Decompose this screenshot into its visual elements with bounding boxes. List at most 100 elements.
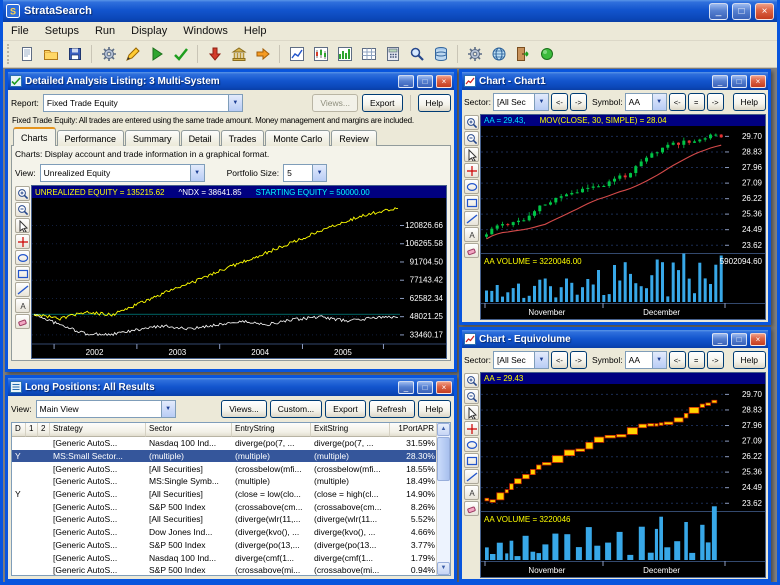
chevron-down-icon[interactable]: ▼ [312, 165, 326, 181]
chevron-down-icon[interactable]: ▼ [652, 94, 666, 110]
scrollbar-track[interactable] [437, 482, 450, 562]
chevron-down-icon[interactable]: ▼ [534, 94, 548, 110]
sector-combobox[interactable]: [All Sec ▼ [493, 93, 549, 111]
close-button[interactable]: × [436, 75, 452, 88]
tab-detail[interactable]: Detail [181, 130, 220, 146]
column-header-exitstring[interactable]: ExitString [311, 423, 390, 437]
help-button[interactable]: Help [418, 94, 451, 112]
setups-gear-icon[interactable] [97, 43, 120, 66]
portfolio-size-combobox[interactable]: 5 ▼ [283, 164, 327, 182]
sector-prev-next-button-1[interactable]: -> [570, 93, 587, 111]
text-tool-icon[interactable]: A [464, 485, 479, 500]
minimize-button[interactable]: _ [398, 381, 414, 394]
options-gear-icon[interactable] [463, 43, 486, 66]
table-row[interactable]: [Generic AutoS...S&P 500 Index(crossabov… [12, 500, 436, 513]
erase-tool-icon[interactable] [15, 314, 30, 329]
symbol-nav-button-1[interactable]: = [688, 351, 705, 369]
text-tool-icon[interactable]: A [464, 227, 479, 242]
sector-prev-next-button-0[interactable]: <- [551, 351, 568, 369]
close-button[interactable]: × [436, 381, 452, 394]
zoom-in-icon[interactable] [464, 115, 479, 130]
symbol-combobox[interactable]: AA ▼ [625, 351, 667, 369]
table-row[interactable]: [Generic AutoS...S&P 500 Index(crossabov… [12, 564, 436, 575]
column-header-1[interactable]: 1 [26, 423, 38, 437]
maximize-button[interactable]: □ [417, 381, 433, 394]
run-play-icon[interactable] [145, 43, 168, 66]
symbol-combobox[interactable]: AA ▼ [625, 93, 667, 111]
table-row[interactable]: [Generic AutoS...[All Securities](crossb… [12, 462, 436, 475]
close-button[interactable]: × [755, 3, 774, 20]
table-row[interactable]: [Generic AutoS...MS:Single Symb...(multi… [12, 475, 436, 488]
scrollbar-thumb[interactable] [437, 437, 450, 481]
trendline-tool-icon[interactable] [464, 469, 479, 484]
status-ball-icon[interactable] [535, 43, 558, 66]
line-chart-icon[interactable] [285, 43, 308, 66]
database-icon[interactable] [429, 43, 452, 66]
column-header-sector[interactable]: Sector [146, 423, 232, 437]
pointer-icon[interactable] [464, 405, 479, 420]
views-button[interactable]: Views... [312, 94, 358, 112]
chevron-down-icon[interactable]: ▼ [652, 352, 666, 368]
rectangle-tool-icon[interactable] [464, 453, 479, 468]
crosshair-icon[interactable] [464, 421, 479, 436]
zoom-out-icon[interactable] [464, 131, 479, 146]
menu-item-run[interactable]: Run [87, 23, 123, 39]
new-document-icon[interactable] [15, 43, 38, 66]
table-row[interactable]: [Generic AutoS...S&P 500 Index(diverge(p… [12, 539, 436, 552]
candle-chart-icon[interactable] [309, 43, 332, 66]
verify-check-icon[interactable] [169, 43, 192, 66]
help-button[interactable]: Help [733, 351, 766, 369]
menu-item-file[interactable]: File [3, 23, 37, 39]
text-tool-icon[interactable]: A [15, 298, 30, 313]
zoom-out-icon[interactable] [464, 389, 479, 404]
chevron-down-icon[interactable]: ▼ [190, 165, 204, 181]
zoom-out-icon[interactable] [15, 202, 30, 217]
export-button[interactable]: Export [325, 400, 366, 418]
refresh-button[interactable]: Refresh [369, 400, 415, 418]
crosshair-icon[interactable] [464, 163, 479, 178]
exit-door-icon[interactable] [511, 43, 534, 66]
export-arrow-icon[interactable] [251, 43, 274, 66]
equivolume-canvas[interactable]: 29.7028.8327.9627.0926.2225.3624.4923.62… [481, 384, 765, 577]
symbol-nav-button-1[interactable]: = [688, 93, 705, 111]
column-header-strategy[interactable]: Strategy [50, 423, 146, 437]
ellipse-tool-icon[interactable] [15, 250, 30, 265]
maximize-button[interactable]: □ [731, 75, 747, 88]
help-button[interactable]: Help [418, 400, 451, 418]
report-grid-icon[interactable] [357, 43, 380, 66]
help-button[interactable]: Help [733, 93, 766, 111]
ellipse-tool-icon[interactable] [464, 179, 479, 194]
tab-review[interactable]: Review [331, 130, 377, 146]
pointer-icon[interactable] [15, 218, 30, 233]
sector-prev-next-button-1[interactable]: -> [570, 351, 587, 369]
sector-prev-next-button-0[interactable]: <- [551, 93, 568, 111]
maximize-button[interactable]: □ [731, 333, 747, 346]
chart1-canvas[interactable]: 29.7028.8327.9627.0926.2225.3624.4923.62… [481, 126, 765, 319]
close-button[interactable]: × [750, 75, 766, 88]
analysis-titlebar[interactable]: Detailed Analysis Listing: 3 Multi-Syste… [8, 72, 454, 90]
toolbar-grip[interactable] [7, 44, 10, 64]
chevron-down-icon[interactable]: ▼ [161, 401, 175, 417]
export-button[interactable]: Export [362, 94, 403, 112]
custom-button[interactable]: Custom... [270, 400, 322, 418]
table-row[interactable]: YMS:Small Sector...(multiple)(multiple)(… [12, 450, 436, 463]
views-button[interactable]: Views... [221, 400, 267, 418]
zoom-in-icon[interactable] [464, 373, 479, 388]
pointer-icon[interactable] [464, 147, 479, 162]
maximize-button[interactable]: □ [732, 3, 751, 20]
search-magnifier-icon[interactable] [405, 43, 428, 66]
column-header-1portapr[interactable]: 1PortAPR [390, 423, 436, 437]
symbol-nav-button-2[interactable]: -> [707, 351, 724, 369]
chart1-titlebar[interactable]: Chart - Chart1 _ □ × [462, 72, 768, 90]
menu-item-setups[interactable]: Setups [37, 23, 87, 39]
edit-pencil-icon[interactable] [121, 43, 144, 66]
column-header-entrystring[interactable]: EntryString [232, 423, 311, 437]
tab-charts[interactable]: Charts [13, 127, 56, 146]
open-folder-icon[interactable] [39, 43, 62, 66]
tab-performance[interactable]: Performance [57, 130, 125, 146]
web-globe-icon[interactable] [487, 43, 510, 66]
view-combobox[interactable]: Unrealized Equity ▼ [40, 164, 205, 182]
table-row[interactable]: [Generic AutoS...Nasdaq 100 Ind...diverg… [12, 551, 436, 564]
app-titlebar[interactable]: S StrataSearch _ □ × [3, 0, 777, 22]
menu-item-windows[interactable]: Windows [175, 23, 236, 39]
